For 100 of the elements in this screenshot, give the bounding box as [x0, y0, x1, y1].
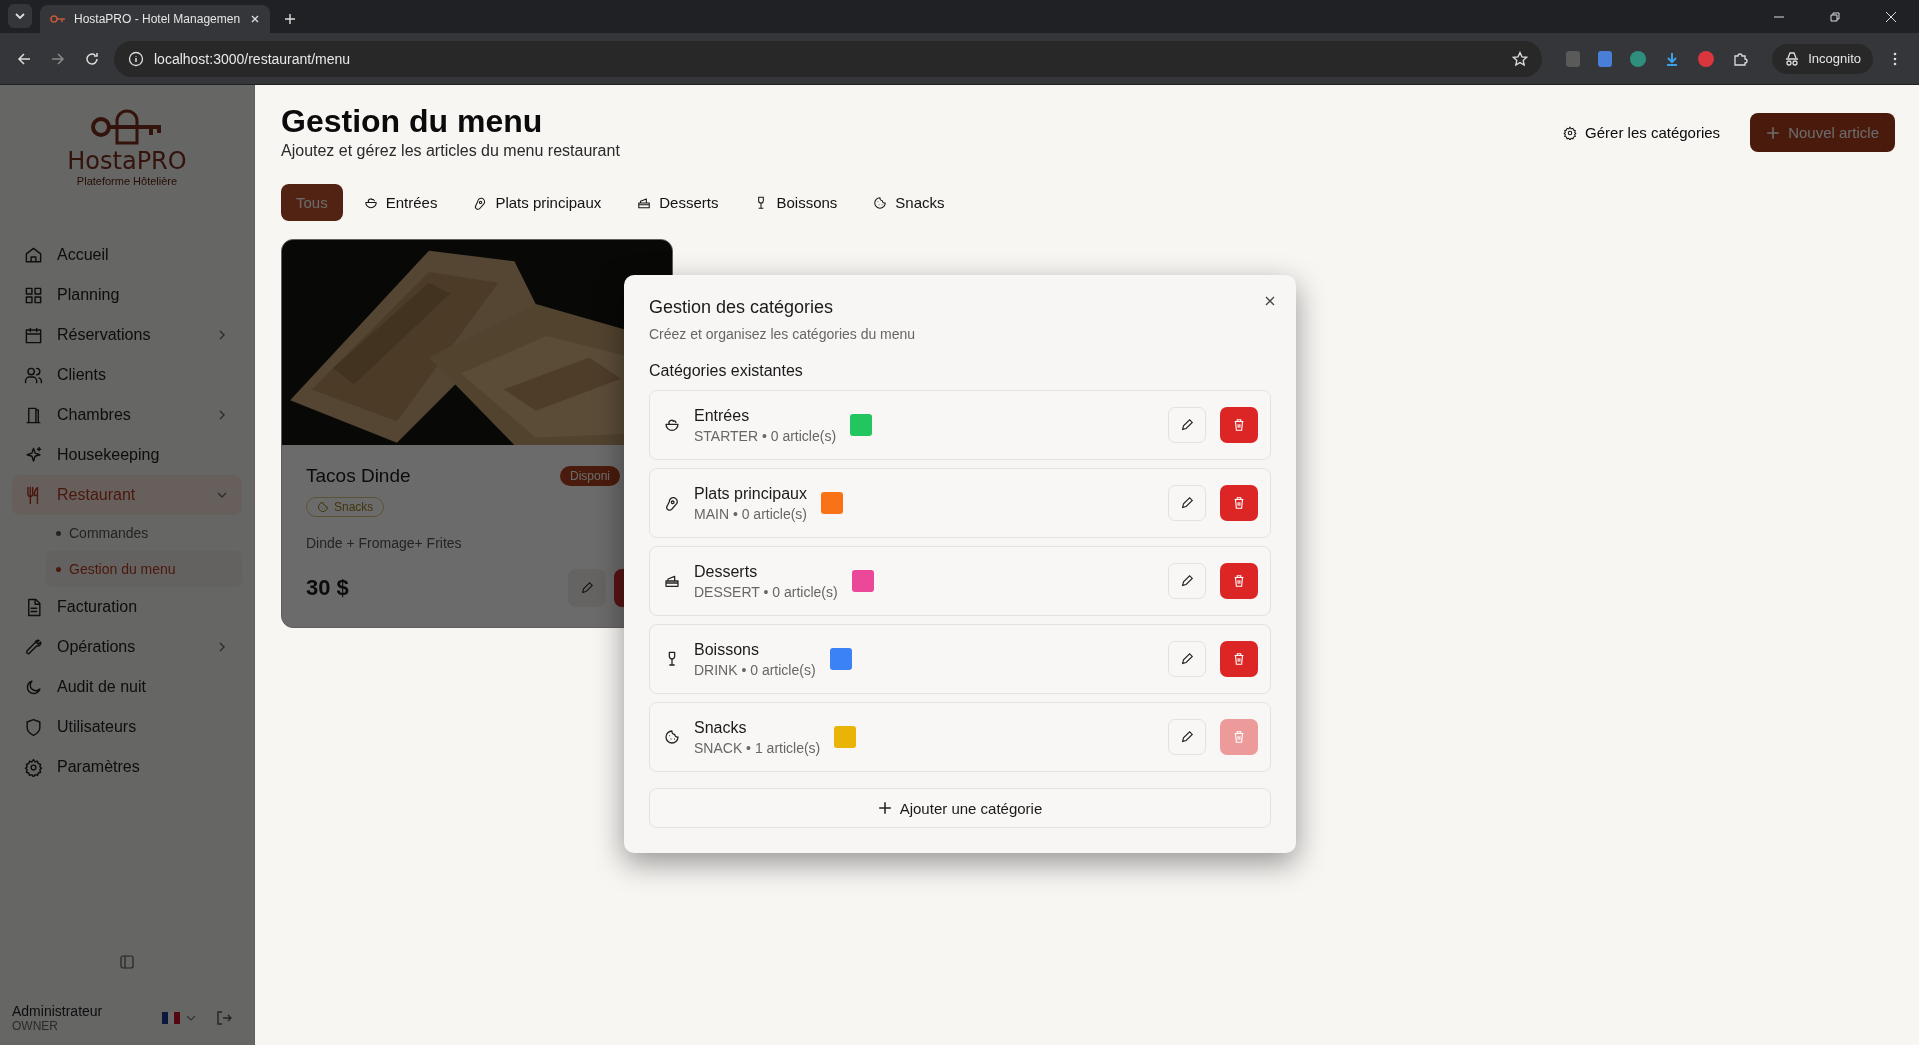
- sidebar-icon: [24, 325, 43, 345]
- sidebar-icon: [24, 245, 43, 265]
- language-selector[interactable]: [162, 1012, 196, 1024]
- adblock-icon[interactable]: [1698, 50, 1715, 67]
- sidebar-item[interactable]: Chambres: [12, 395, 242, 435]
- pencil-icon: [580, 581, 594, 595]
- sidebar-item[interactable]: Réservations: [12, 315, 242, 355]
- sidebar-icon: [24, 405, 43, 425]
- sidebar-item[interactable]: Paramètres: [12, 747, 242, 787]
- close-tab-icon[interactable]: [250, 14, 260, 24]
- edit-button[interactable]: [1168, 485, 1206, 521]
- bookmark-star-icon[interactable]: [1512, 50, 1529, 67]
- sidebar-icon: [24, 637, 43, 657]
- category-name: Entrées: [694, 406, 751, 425]
- plus-icon: [1766, 125, 1781, 140]
- sidebar-icon: [24, 757, 43, 777]
- category-tab[interactable]: Plats principaux: [458, 184, 617, 221]
- page-title: Gestion du menu: [281, 103, 544, 140]
- flag-icon: [162, 1012, 180, 1024]
- category-tab[interactable]: Desserts: [622, 184, 734, 221]
- trash-icon: [1232, 418, 1246, 432]
- close-icon[interactable]: [1264, 295, 1276, 307]
- caret-icon: [186, 1015, 196, 1021]
- manage-categories-button[interactable]: Gérer les catégories: [1549, 113, 1735, 152]
- sidebar-icon: [24, 717, 43, 737]
- edit-button[interactable]: [568, 569, 606, 607]
- edit-button[interactable]: [1168, 563, 1206, 599]
- pencil-icon: [1180, 574, 1194, 588]
- category-meta: STARTER • 0 article(s): [694, 427, 837, 444]
- edit-button[interactable]: [1168, 641, 1206, 677]
- status-badge: Disponi: [559, 466, 620, 486]
- category-name: Boissons: [694, 640, 760, 659]
- sidebar-item[interactable]: Audit de nuit: [12, 667, 242, 707]
- sidebar-item[interactable]: Housekeeping: [12, 435, 242, 475]
- close-window-icon[interactable]: [1885, 11, 1897, 23]
- category-icon: [473, 195, 488, 210]
- puzzle-icon[interactable]: [1732, 50, 1749, 67]
- category-icon: [664, 729, 680, 745]
- logout-icon[interactable]: [216, 1010, 232, 1026]
- user-role: OWNER: [12, 1019, 59, 1033]
- sidebar-item[interactable]: Accueil: [12, 235, 242, 275]
- dialog-subtitle: Créez et organisez les catégories du menu: [649, 326, 917, 342]
- sidebar-item[interactable]: Facturation: [12, 587, 242, 627]
- category-name: Desserts: [694, 562, 759, 581]
- browser-tab[interactable]: HostaPRO - Hotel Managemen: [40, 5, 270, 33]
- category-meta: MAIN • 0 article(s): [694, 505, 808, 522]
- sidebar-icon: [24, 285, 43, 305]
- category-icon: [664, 417, 680, 433]
- trash-icon: [1232, 652, 1246, 666]
- category-tab[interactable]: Boissons: [739, 184, 853, 221]
- new-item-button[interactable]: Nouvel article: [1750, 113, 1895, 152]
- cookie-icon: [317, 501, 329, 513]
- extension-icon[interactable]: [1630, 50, 1647, 67]
- sidebar-subitem[interactable]: Commandes: [46, 515, 242, 551]
- add-category-button[interactable]: Ajouter une catégorie: [649, 788, 1271, 828]
- category-tab[interactable]: Tous: [281, 184, 343, 221]
- edit-button[interactable]: [1168, 407, 1206, 443]
- info-icon[interactable]: [128, 50, 144, 67]
- item-price: 30 $: [306, 575, 350, 601]
- category-meta: DESSERT • 0 article(s): [694, 583, 838, 600]
- trash-icon: [1232, 496, 1246, 510]
- new-tab-icon[interactable]: [284, 13, 296, 25]
- incognito-icon: [1784, 50, 1801, 67]
- sidebar-item[interactable]: Utilisateurs: [12, 707, 242, 747]
- sidebar-icon: [24, 365, 43, 385]
- trash-icon: [1232, 730, 1246, 744]
- category-icon: [664, 573, 680, 589]
- profile-button[interactable]: Incognito: [1772, 43, 1873, 74]
- extension-icon[interactable]: [1598, 50, 1613, 67]
- sidebar-item[interactable]: Clients: [12, 355, 242, 395]
- sidebar-item[interactable]: Opérations: [12, 627, 242, 667]
- category-meta: DRINK • 0 article(s): [694, 661, 816, 678]
- item-description: Dinde + Fromage+ Frites: [306, 535, 463, 551]
- category-icon: [664, 495, 680, 511]
- sidebar-item[interactable]: Restaurant: [12, 475, 242, 515]
- category-tab[interactable]: Entrées: [348, 184, 453, 221]
- category-icon: [873, 195, 888, 210]
- category-tab[interactable]: Snacks: [858, 184, 960, 221]
- restore-icon[interactable]: [1829, 11, 1841, 23]
- sidebar-subitem[interactable]: Gestion du menu: [46, 551, 242, 587]
- tab-list-icon[interactable]: [8, 4, 32, 28]
- logo-tagline: Plateforme Hôtelière: [76, 175, 178, 187]
- category-icon: [637, 195, 652, 210]
- category-meta: SNACK • 1 article(s): [694, 739, 821, 756]
- sidebar-item[interactable]: Planning: [12, 275, 242, 315]
- pencil-icon: [1180, 496, 1194, 510]
- key-icon: [50, 14, 66, 24]
- page-subtitle: Ajoutez et gérez les articles du menu restaurant: [281, 142, 620, 160]
- dialog-title: Gestion des catégories: [649, 297, 835, 318]
- category-icon: [363, 195, 378, 210]
- pencil-icon: [1180, 652, 1194, 666]
- plus-icon: [877, 801, 892, 815]
- section-heading: Catégories existantes: [649, 362, 804, 380]
- category-name: Snacks: [694, 718, 748, 737]
- logo-text: HostaPRO: [67, 147, 187, 175]
- item-name: Tacos Dinde: [306, 465, 411, 487]
- address-bar[interactable]: localhost:3000/restaurant/menu: [114, 40, 1543, 77]
- user-name: Administrateur: [12, 1003, 104, 1019]
- sidebar-icon: [24, 445, 43, 465]
- edit-button[interactable]: [1168, 719, 1206, 755]
